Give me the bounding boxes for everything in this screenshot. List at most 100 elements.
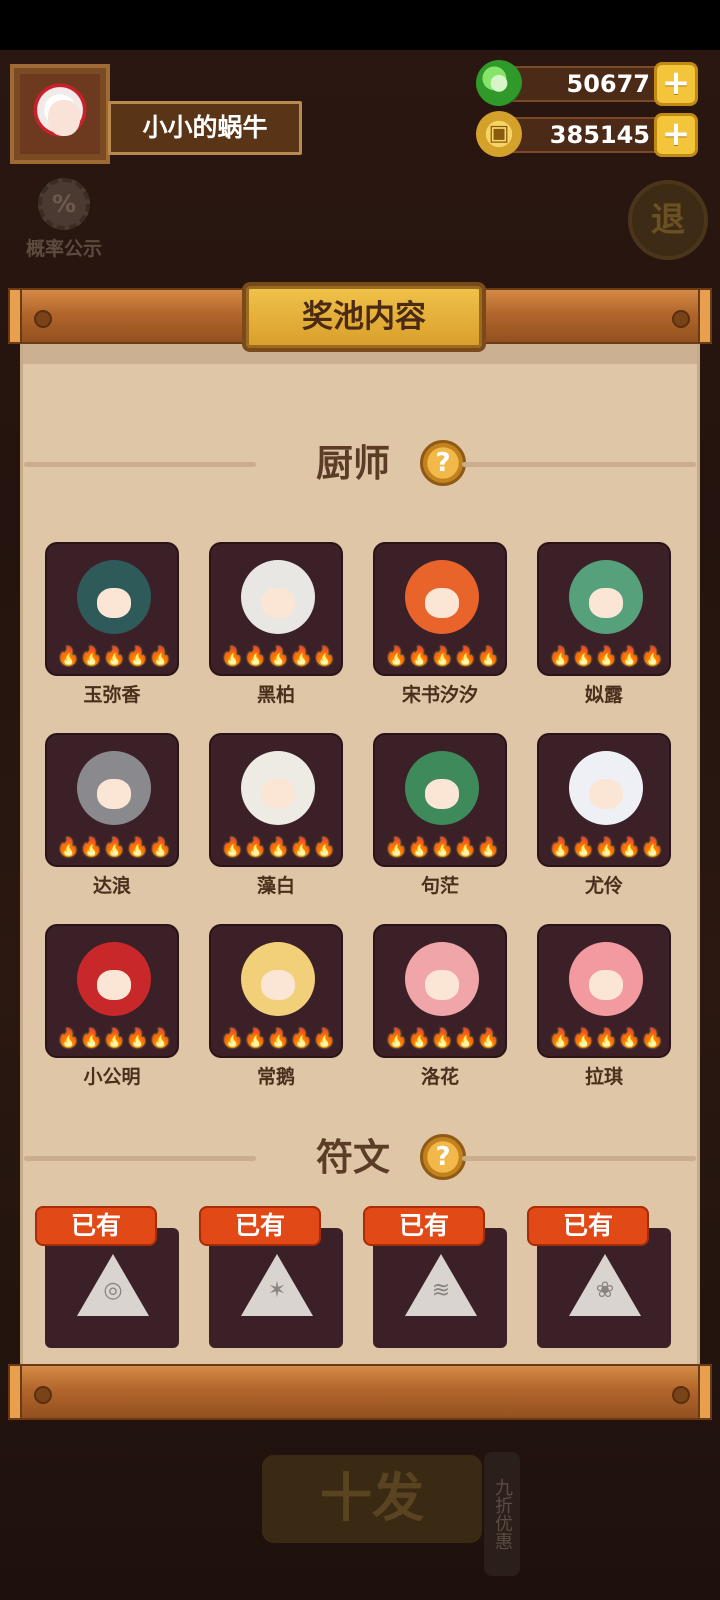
scroll-bottom-rod: [8, 1364, 712, 1420]
flame-icon: 🔥: [126, 646, 149, 667]
rune-section-label: 符文: [316, 1136, 390, 1179]
flame-icon: 🔥: [290, 837, 313, 858]
flame-icon: 🔥: [103, 646, 126, 667]
avatar[interactable]: [10, 64, 110, 164]
chef-rarity-flames: 🔥 🔥 🔥 🔥 🔥: [549, 837, 669, 861]
chef-section-header: 厨师 ?: [20, 434, 700, 494]
chef-card[interactable]: 🔥 🔥 🔥 🔥 🔥: [537, 542, 671, 676]
flame-icon: 🔥: [595, 646, 618, 667]
chef-name: 达浪: [92, 875, 131, 897]
chef-rarity-flames: 🔥 🔥 🔥 🔥 🔥: [385, 1028, 505, 1052]
chef-card[interactable]: 🔥 🔥 🔥 🔥 🔥: [209, 733, 343, 867]
flame-icon: 🔥: [126, 837, 149, 858]
flame-icon: 🔥: [80, 1028, 103, 1049]
flame-icon: 🔥: [221, 1028, 244, 1049]
flame-icon: 🔥: [103, 837, 126, 858]
flame-icon: 🔥: [149, 837, 172, 858]
flame-icon: 🔥: [431, 1028, 454, 1049]
flame-icon: 🔥: [595, 1028, 618, 1049]
rune-card[interactable]: ◎: [45, 1228, 179, 1348]
add-jade-button[interactable]: +: [654, 62, 698, 106]
add-coin-button[interactable]: +: [654, 113, 698, 157]
chef-card[interactable]: 🔥 🔥 🔥 🔥 🔥: [209, 924, 343, 1058]
flame-icon: 🔥: [244, 837, 267, 858]
chef-name: 句茫: [420, 875, 459, 897]
flame-icon: 🔥: [572, 1028, 595, 1049]
flame-icon: 🔥: [595, 837, 618, 858]
chef-rarity-flames: 🔥 🔥 🔥 🔥 🔥: [549, 646, 669, 670]
chef-card[interactable]: 🔥 🔥 🔥 🔥 🔥: [537, 733, 671, 867]
chef-rarity-flames: 🔥 🔥 🔥 🔥 🔥: [57, 646, 177, 670]
probability-label: 概率公示: [25, 238, 102, 260]
owned-badge: 已有: [363, 1206, 485, 1246]
percent-gear-icon: %: [38, 178, 90, 230]
flame-icon: 🔥: [454, 646, 477, 667]
crab-rune-icon: ✶: [241, 1254, 313, 1318]
chef-portrait: [77, 560, 151, 634]
jade-icon: ●: [476, 60, 522, 106]
flame-icon: 🔥: [385, 646, 408, 667]
flame-icon: 🔥: [477, 837, 500, 858]
rune-card[interactable]: ❀: [537, 1228, 671, 1348]
chef-card[interactable]: 🔥 🔥 🔥 🔥 🔥: [45, 733, 179, 867]
chef-portrait: [569, 942, 643, 1016]
chef-portrait: [77, 751, 151, 825]
chef-portrait: [241, 560, 315, 634]
flame-icon: 🔥: [126, 1028, 149, 1049]
chef-help-icon[interactable]: ?: [420, 440, 466, 486]
flame-icon: 🔥: [149, 1028, 172, 1049]
chef-portrait: [241, 942, 315, 1016]
chef-card[interactable]: 🔥 🔥 🔥 🔥 🔥: [373, 733, 507, 867]
chef-name: 小公明: [83, 1066, 141, 1088]
chef-card[interactable]: 🔥 🔥 🔥 🔥 🔥: [45, 542, 179, 676]
flame-icon: 🔥: [641, 837, 664, 858]
flame-icon: 🔥: [313, 646, 336, 667]
rune-card[interactable]: ≋: [373, 1228, 507, 1348]
flame-icon: 🔥: [618, 1028, 641, 1049]
flame-icon: 🔥: [267, 1028, 290, 1049]
rune-card[interactable]: ✶: [209, 1228, 343, 1348]
chef-name: 黑柏: [256, 684, 295, 706]
flame-icon: 🔥: [408, 837, 431, 858]
chef-portrait: [405, 751, 479, 825]
flame-icon: 🔥: [290, 646, 313, 667]
flame-icon: 🔥: [80, 646, 103, 667]
flame-icon: 🔥: [477, 646, 500, 667]
flame-icon: 🔥: [618, 837, 641, 858]
flame-icon: 🔥: [572, 837, 595, 858]
flame-icon: 🔥: [618, 646, 641, 667]
flame-icon: 🔥: [267, 646, 290, 667]
chef-card[interactable]: 🔥 🔥 🔥 🔥 🔥: [373, 542, 507, 676]
chef-name: 玉弥香: [83, 684, 141, 706]
chef-name: 常鹅: [256, 1066, 295, 1088]
chef-name: 洛花: [420, 1066, 459, 1088]
flame-icon: 🔥: [149, 646, 172, 667]
flame-icon: 🔥: [57, 1028, 80, 1049]
chef-portrait: [569, 751, 643, 825]
chef-card[interactable]: 🔥 🔥 🔥 🔥 🔥: [45, 924, 179, 1058]
chef-card[interactable]: 🔥 🔥 🔥 🔥 🔥: [209, 542, 343, 676]
coin-currency: 385145 ▣ +: [476, 111, 698, 157]
chef-name: 宋书汐汐: [401, 684, 478, 706]
chef-name: 拉琪: [584, 1066, 623, 1088]
flame-icon: 🔥: [385, 1028, 408, 1049]
chef-rarity-flames: 🔥 🔥 🔥 🔥 🔥: [385, 646, 505, 670]
chef-rarity-flames: 🔥 🔥 🔥 🔥 🔥: [57, 837, 177, 861]
cake-rune-icon: ≋: [405, 1254, 477, 1318]
chef-name: 尤伶: [584, 875, 623, 897]
rune-help-icon[interactable]: ?: [420, 1134, 466, 1180]
spiral-rune-icon: ◎: [77, 1254, 149, 1318]
flame-icon: 🔥: [313, 1028, 336, 1049]
chef-portrait: [569, 560, 643, 634]
player-name: 小小的蜗牛: [108, 101, 302, 155]
chef-card[interactable]: 🔥 🔥 🔥 🔥 🔥: [537, 924, 671, 1058]
ten-draw-button: 十发: [262, 1455, 482, 1543]
chef-card[interactable]: 🔥 🔥 🔥 🔥 🔥: [373, 924, 507, 1058]
flame-icon: 🔥: [454, 837, 477, 858]
chef-name: 藻白: [256, 875, 295, 897]
panel-title: 奖池内容: [246, 286, 482, 348]
chef-rarity-flames: 🔥 🔥 🔥 🔥 🔥: [385, 837, 505, 861]
status-bar: [0, 0, 720, 50]
chef-name: 姒露: [584, 684, 623, 706]
flame-icon: 🔥: [408, 646, 431, 667]
